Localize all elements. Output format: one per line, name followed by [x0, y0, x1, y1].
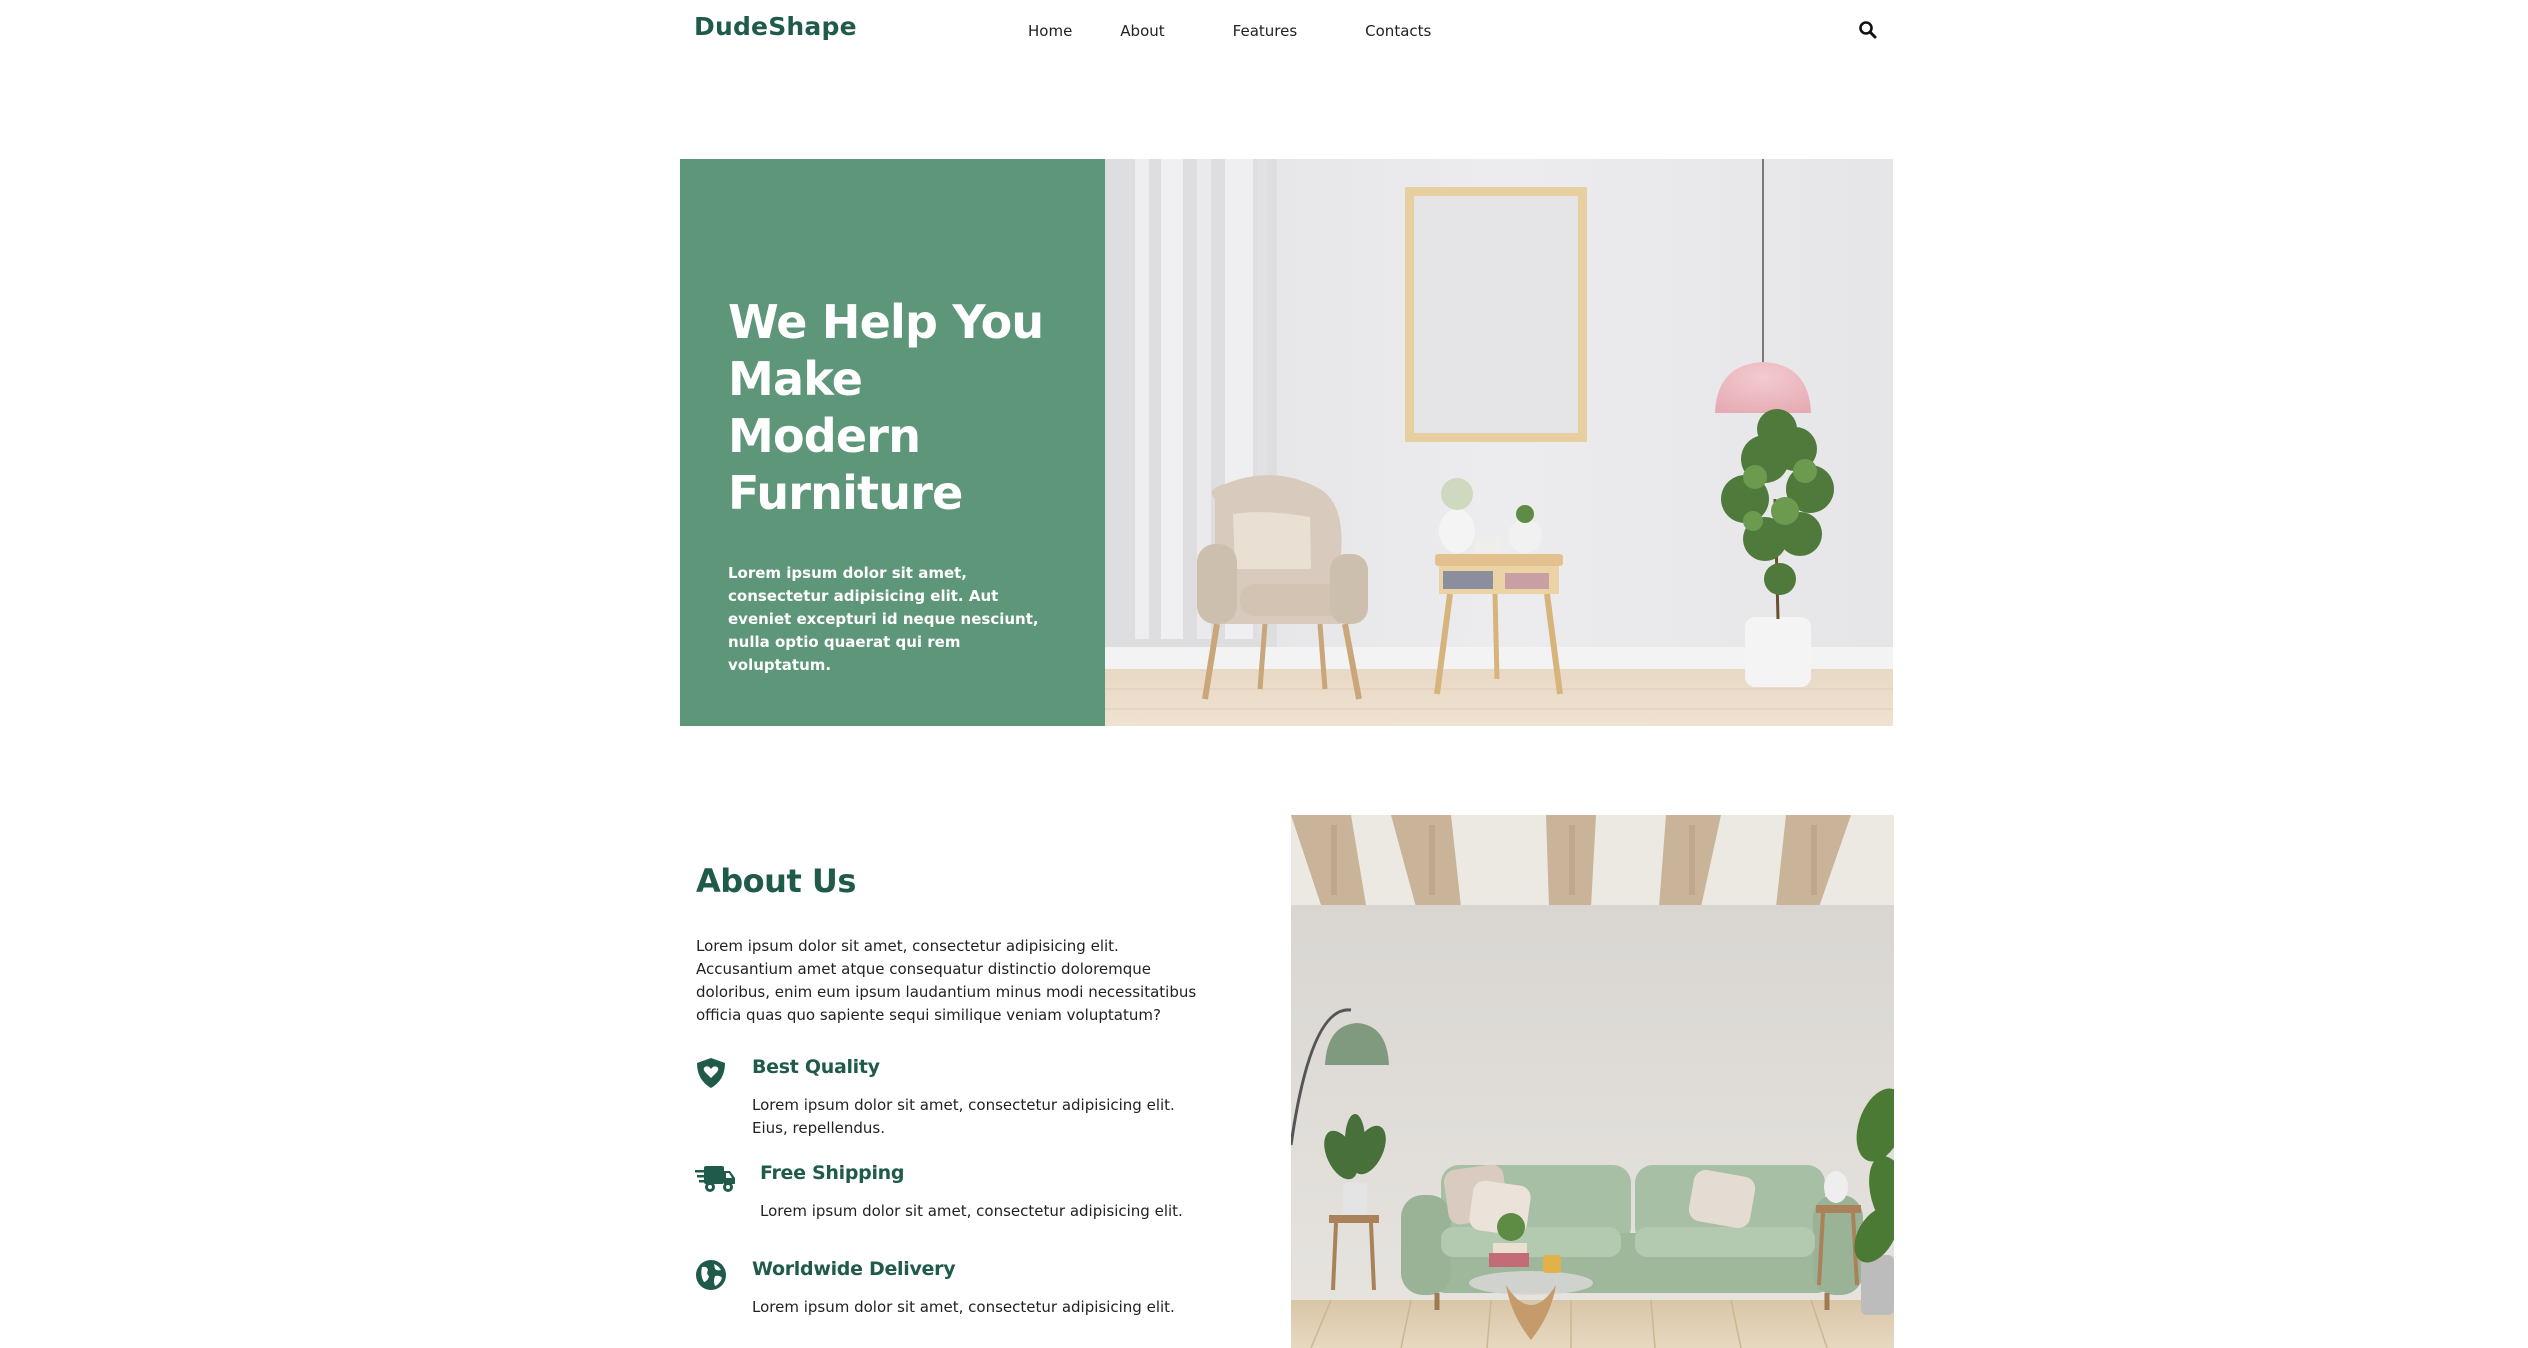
- about-image: [1291, 815, 1894, 1348]
- search-icon: [1859, 21, 1877, 39]
- search-button[interactable]: [1856, 18, 1880, 42]
- globe-icon: [696, 1260, 726, 1290]
- main-nav: Home About Features Contacts: [1028, 22, 1431, 40]
- hero-title: We Help You Make Modern Furniture: [728, 294, 1065, 522]
- hero-image: [1105, 159, 1893, 726]
- feature-title: Best Quality: [752, 1056, 880, 1078]
- about-description: Lorem ipsum dolor sit amet, consectetur …: [696, 937, 1197, 1024]
- feature-title: Free Shipping: [760, 1162, 905, 1184]
- feature-title: Worldwide Delivery: [752, 1258, 956, 1280]
- hero-title-line: Furniture: [728, 466, 963, 520]
- nav-about-link[interactable]: About: [1120, 22, 1164, 40]
- hero-title-line: Make Modern: [728, 352, 921, 463]
- feature-description: Lorem ipsum dolor sit amet, consectetur …: [760, 1202, 1183, 1220]
- hero-description: Lorem ipsum dolor sit amet, consectetur …: [728, 564, 1039, 674]
- nav-features-link[interactable]: Features: [1233, 22, 1298, 40]
- nav-home-link[interactable]: Home: [1028, 22, 1072, 40]
- shield-heart-icon: [697, 1058, 725, 1088]
- site-logo[interactable]: DudeShape: [694, 12, 857, 41]
- feature-description: Lorem ipsum dolor sit amet, consectetur …: [752, 1298, 1175, 1316]
- hero-panel: We Help You Make Modern Furniture Lorem …: [680, 159, 1105, 726]
- shipping-truck-icon: [695, 1166, 735, 1192]
- feature-description: Lorem ipsum dolor sit amet, consectetur …: [752, 1096, 1175, 1137]
- hero-section: We Help You Make Modern Furniture Lorem …: [680, 159, 1893, 726]
- hero-title-line: We Help You: [728, 295, 1044, 349]
- about-title: About Us: [696, 862, 856, 900]
- nav-contacts-link[interactable]: Contacts: [1365, 22, 1431, 40]
